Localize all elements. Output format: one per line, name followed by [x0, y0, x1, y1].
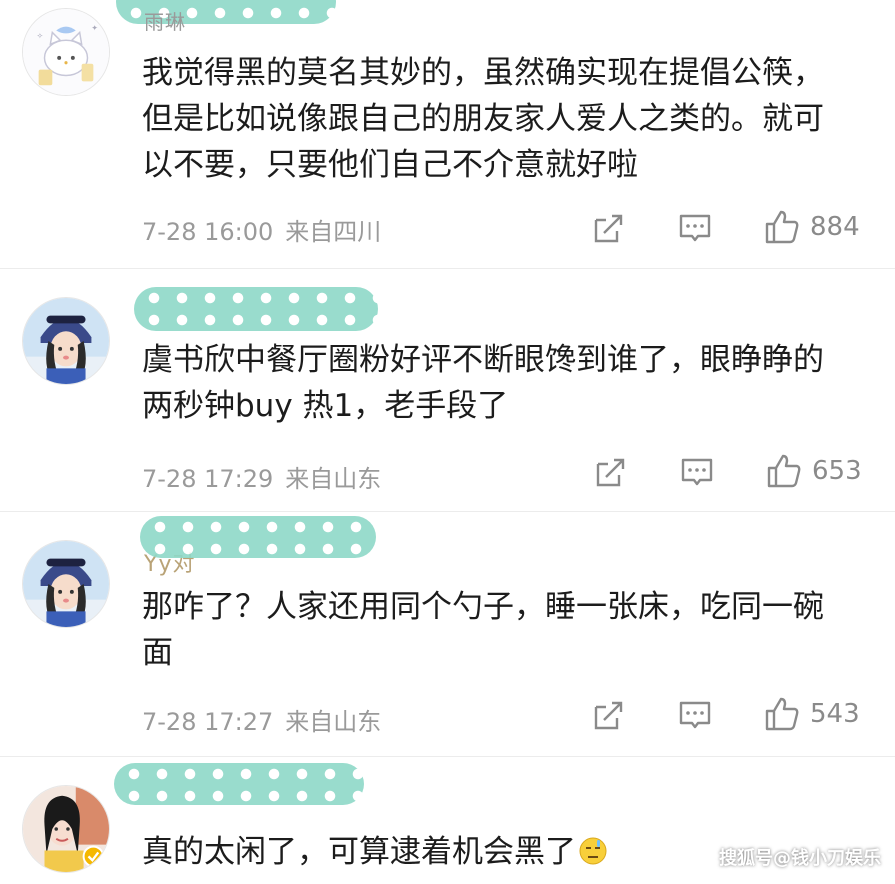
watermark: 搜狐号@钱小刀娱乐 — [719, 848, 881, 869]
avatar[interactable] — [22, 785, 110, 873]
comment-text: 我觉得黑的莫名其妙的，虽然确实现在提倡公筷，但是比如说像跟自己的朋友家人爱人之类… — [142, 55, 824, 183]
comment-meta: 7-28 16:00 来自四川 — [142, 212, 381, 247]
like-button[interactable]: 884 — [764, 209, 860, 245]
comment-time: 7-28 16:00 — [142, 218, 274, 246]
comment-icon — [679, 701, 711, 729]
username-mask — [140, 516, 376, 558]
repost-icon — [594, 214, 623, 243]
like-icon — [767, 454, 801, 488]
like-count: 653 — [812, 456, 862, 486]
comment-text: 那咋了？人家还用同个勺子，睡一张床，吃同一碗面 — [142, 589, 824, 671]
comment-location: 来自山东 — [285, 708, 382, 736]
like-button[interactable]: 653 — [766, 453, 862, 489]
comment-meta: 7-28 17:29 来自山东 — [142, 459, 381, 494]
like-button[interactable]: 543 — [764, 696, 860, 732]
like-count: 543 — [810, 699, 860, 729]
embarrassed-emoji-icon — [579, 837, 607, 865]
girl-helmet-avatar-icon — [23, 541, 109, 627]
cartoon-cat-avatar-icon: ✦ ✧ — [23, 9, 109, 95]
comment-item: ✦ ✧ 雨琳 我觉得黑的莫名其妙的，虽然确实现在提倡公筷，但是比如说像跟自己的朋… — [0, 0, 895, 268]
comment-item: Yy对 那咋了？人家还用同个勺子，睡一张床，吃同一碗面 7-28 17:27 来自… — [0, 512, 895, 756]
comment-time: 7-28 17:27 — [142, 708, 274, 736]
avatar[interactable]: ✦ ✧ — [22, 8, 110, 96]
username[interactable]: 雨琳 — [144, 6, 186, 35]
repost-icon — [594, 701, 623, 730]
comment-icon — [681, 458, 713, 486]
username-mask — [114, 763, 364, 805]
repost-button[interactable] — [594, 454, 628, 490]
comment-item: 虞书欣中餐厅圈粉好评不断眼馋到谁了，眼睁睁的两秒钟buy 热1，老手段了 7-2… — [0, 269, 895, 511]
like-icon — [765, 697, 799, 731]
repost-button[interactable] — [592, 697, 626, 733]
comment-button[interactable] — [678, 697, 712, 733]
svg-text:✦: ✦ — [91, 24, 98, 33]
comment-time: 7-28 17:29 — [142, 465, 274, 493]
repost-button[interactable] — [592, 210, 626, 246]
girl-photo-avatar-icon — [23, 786, 109, 872]
like-icon — [765, 210, 799, 244]
comment-location: 来自四川 — [285, 218, 382, 246]
like-count: 884 — [810, 212, 860, 242]
username-mask — [134, 287, 378, 331]
comment-location: 来自山东 — [285, 465, 382, 493]
avatar[interactable] — [22, 297, 110, 385]
avatar[interactable] — [22, 540, 110, 628]
svg-text:✧: ✧ — [37, 31, 44, 40]
comment-icon — [679, 214, 711, 242]
comment-text: 虞书欣中餐厅圈粉好评不断眼馋到谁了，眼睁睁的两秒钟buy 热1，老手段了 — [142, 342, 824, 424]
comment-meta: 7-28 17:27 来自山东 — [142, 702, 381, 737]
comment-button[interactable] — [680, 454, 714, 490]
girl-helmet-avatar-icon — [23, 298, 109, 384]
comment-item: 真的太闲了，可算逮着机会黑了 搜狐号@钱小刀娱乐 — [0, 757, 895, 884]
comment-text-content: 真的太闲了，可算逮着机会黑了 — [142, 834, 576, 870]
repost-icon — [596, 458, 625, 487]
comment-button[interactable] — [678, 210, 712, 246]
